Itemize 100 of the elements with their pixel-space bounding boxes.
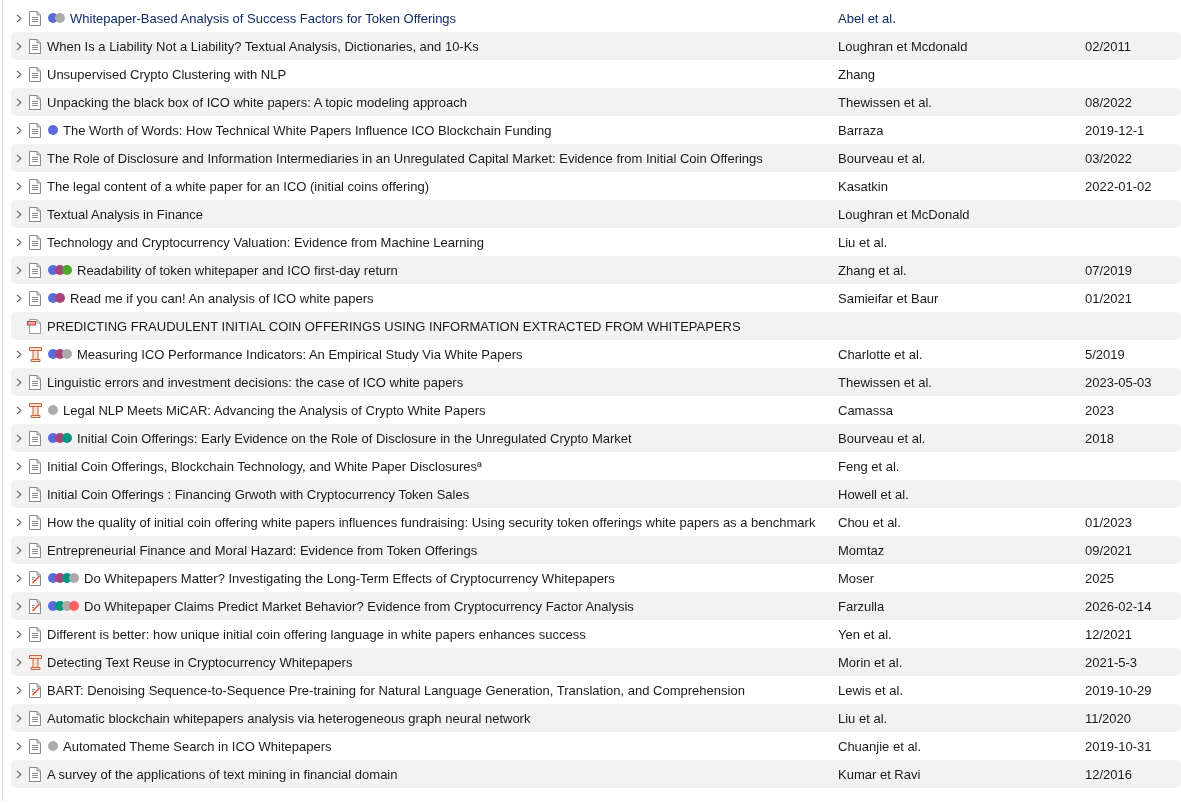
title-text: When Is a Liability Not a Liability? Textual Analysis, Dictionaries, and 10-Ks [47,38,479,54]
creator-text: Howell et al. [838,486,909,502]
title-text: Unpacking the black box of ICO white papers: A topic modeling approach [47,94,467,110]
chevron-right-icon[interactable] [16,181,22,191]
creator-text: Morin et al. [838,654,903,670]
creator-text: Momtaz [838,542,885,558]
chevron-right-icon[interactable] [16,13,22,23]
chevron-right-icon[interactable] [16,685,22,695]
title-text: Unsupervised Crypto Clustering with NLP [47,66,287,82]
date-text: 08/2022 [1085,94,1132,110]
chevron-right-icon[interactable] [16,69,22,79]
chevron-right-icon[interactable] [16,657,22,667]
date-text: 2019-12-1 [1085,122,1145,138]
chevron-right-icon[interactable] [16,97,22,107]
creator-text: Thewissen et al. [838,94,932,110]
creator-text: Feng et al. [838,458,900,474]
date-text: 2025 [1085,570,1114,586]
creator-text: Samieifar et Baur [838,290,939,306]
title-text: Entrepreneurial Finance and Moral Hazard: Evidence from Token Offerings [47,542,478,558]
title-text: The Role of Disclosure and Information Intermediaries in an Unregulated Capital Market: Evidence from Initial Coin Offerings [47,150,763,166]
chevron-right-icon[interactable] [16,741,22,751]
title-text: Measuring ICO Performance Indicators: An Empirical Study Via White Papers [77,346,523,362]
title-text: PREDICTING FRAUDULENT INITIAL COIN OFFERINGS USING INFORMATION EXTRACTED FROM WHITEPAPERS [47,318,741,334]
creator-text: Bourveau et al. [838,430,926,446]
creator-text: Bourveau et al. [838,150,926,166]
date-text: 03/2022 [1085,150,1132,166]
chevron-right-icon[interactable] [16,489,22,499]
title-text: The legal content of a white paper for an ICO (initial coins offering) [47,178,430,194]
title-text: Textual Analysis in Finance [47,206,204,222]
title-text: Readability of token whitepaper and ICO first-day return [77,262,398,278]
date-text: 2018 [1085,430,1114,446]
chevron-right-icon[interactable] [16,517,22,527]
creator-text: Kasatkin [838,178,888,194]
chevron-right-icon[interactable] [16,769,22,779]
date-text: 02/2011 [1085,38,1132,54]
creator-text: Abel et al. [838,10,896,26]
chevron-right-icon[interactable] [16,573,22,583]
creator-text: Liu et al. [838,234,888,250]
chevron-right-icon[interactable] [16,265,22,275]
date-text: 5/2019 [1085,346,1125,362]
chevron-right-icon[interactable] [16,125,22,135]
date-text: 01/2023 [1085,514,1132,530]
chevron-right-icon[interactable] [16,601,22,611]
creator-text: Camassa [838,402,893,418]
chevron-right-icon[interactable] [16,41,22,51]
title-text: Initial Coin Offerings : Financing Grwoth with Cryptocurrency Token Sales [47,486,470,502]
date-text: 2023-05-03 [1085,374,1152,390]
chevron-right-icon[interactable] [16,349,22,359]
title-text: Linguistic errors and investment decisions: the case of ICO white papers [47,374,464,390]
title-text: Whitepaper-Based Analysis of Success Factors for Token Offerings [70,10,457,26]
creator-text: Farzulla [838,598,885,614]
creator-text: Lewis et al. [838,682,904,698]
chevron-right-icon[interactable] [16,629,22,639]
title-text: Read me if you can! An analysis of ICO white papers [70,290,374,306]
chevron-right-icon[interactable] [16,377,22,387]
title-text: Different is better: how unique initial coin offering language in white papers enhances success [47,626,586,642]
title-text: Automated Theme Search in ICO Whitepapers [63,738,332,754]
chevron-right-icon[interactable] [16,405,22,415]
date-text: 01/2021 [1085,290,1132,306]
chevron-right-icon[interactable] [16,209,22,219]
chevron-right-icon[interactable] [16,461,22,471]
chevron-right-icon[interactable] [16,545,22,555]
title-text: A survey of the applications of text mining in financial domain [47,766,398,782]
date-text: 2021-5-3 [1085,654,1138,670]
title-text: The Worth of Words: How Technical White Papers Influence ICO Blockchain Funding [63,122,552,138]
date-text: 11/2020 [1085,710,1132,726]
creator-text: Zhang [838,66,875,82]
chevron-right-icon[interactable] [16,237,22,247]
creator-text: Kumar et Ravi [838,766,921,782]
date-text: 07/2019 [1085,262,1132,278]
chevron-right-icon[interactable] [16,433,22,443]
title-text: Technology and Cryptocurrency Valuation: Evidence from Machine Learning [47,234,484,250]
title-text: Detecting Text Reuse in Cryptocurrency Whitepapers [47,654,353,670]
creator-text: Zhang et al. [838,262,907,278]
chevron-right-icon[interactable] [16,713,22,723]
creator-text: Moser [838,570,875,586]
date-text: 2019-10-29 [1085,682,1152,698]
date-text: 12/2021 [1085,626,1132,642]
title-text: Do Whitepaper Claims Predict Market Behavior? Evidence from Cryptocurrency Factor Analysis [84,598,634,614]
creator-text: Barraza [838,122,884,138]
date-text: 2023 [1085,402,1114,418]
creator-text: Chuanjie et al. [838,738,922,754]
creator-text: Chou et al. [838,514,901,530]
date-text: 12/2016 [1085,766,1132,782]
date-text: 2019-10-31 [1085,738,1152,754]
chevron-right-icon[interactable] [16,293,22,303]
creator-text: Liu et al. [838,710,888,726]
creator-text: Loughran et Mcdonald [838,38,968,54]
chevron-right-icon[interactable] [16,153,22,163]
title-text: How the quality of initial coin offering white papers influences fundraising: Using security token offerings white papers as a benchmark [47,514,816,530]
creator-text: Thewissen et al. [838,374,932,390]
title-text: Do Whitepapers Matter? Investigating the Long-Term Effects of Cryptocurrency Whitepapers [84,570,615,586]
date-text: 2026-02-14 [1085,598,1152,614]
title-text: Initial Coin Offerings: Early Evidence on the Role of Disclosure in the Unregulated Crypto Market [77,430,632,446]
title-text: Legal NLP Meets MiCAR: Advancing the Analysis of Crypto White Papers [63,402,486,418]
title-text: Initial Coin Offerings, Blockchain Technology, and White Paper Disclosuresª [47,458,482,474]
creator-text: Loughran et McDonald [838,206,970,222]
title-text: Automatic blockchain whitepapers analysis via heterogeneous graph neural network [47,710,531,726]
title-text: BART: Denoising Sequence-to-Sequence Pre-training for Natural Language Generation, Translation, and Comprehension [47,682,745,698]
creator-text: Yen et al. [838,626,892,642]
